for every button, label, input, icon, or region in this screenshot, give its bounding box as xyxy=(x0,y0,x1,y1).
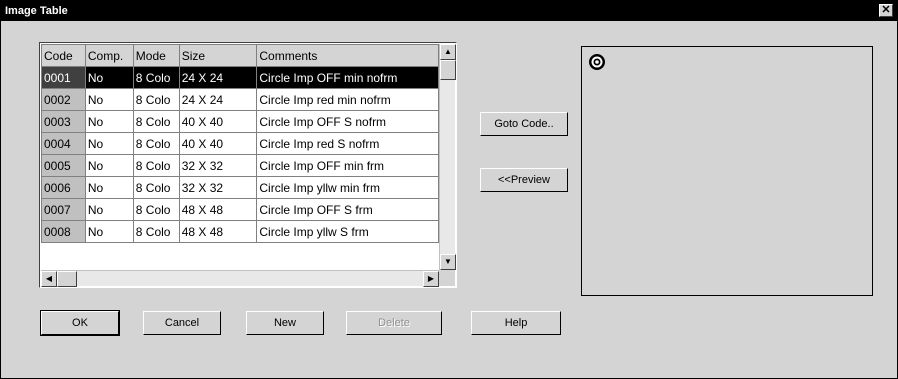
cell-comp[interactable]: No xyxy=(84,110,134,133)
cell-size[interactable]: 24 X 24 xyxy=(178,88,258,111)
cell-mode[interactable]: 8 Colo xyxy=(132,132,180,155)
cell-comp[interactable]: No xyxy=(84,198,134,221)
cell-comp[interactable]: No xyxy=(84,132,134,155)
cell-size[interactable]: 48 X 48 xyxy=(178,198,258,221)
goto-code-button[interactable]: Goto Code.. xyxy=(480,112,568,136)
title-bar[interactable]: Image Table ✕ xyxy=(1,1,897,21)
scroll-up-button[interactable]: ▲ xyxy=(440,44,456,60)
cell-code[interactable]: 0008 xyxy=(41,220,86,243)
close-button[interactable]: ✕ xyxy=(879,4,893,17)
arrow-left-icon: ◀ xyxy=(45,274,53,283)
cell-comp[interactable]: No xyxy=(84,66,134,89)
cell-code[interactable]: 0004 xyxy=(41,132,86,155)
cell-code[interactable]: 0005 xyxy=(41,154,86,177)
cell-comp[interactable]: No xyxy=(84,220,134,243)
table-header-row: Code Comp. Mode Size Comments xyxy=(41,44,439,67)
scroll-left-button[interactable]: ◀ xyxy=(41,271,57,287)
scroll-down-button[interactable]: ▼ xyxy=(440,254,456,270)
cell-size[interactable]: 32 X 32 xyxy=(178,176,258,199)
cell-comments[interactable]: Circle Imp OFF min nofrm xyxy=(256,66,439,89)
cell-comments[interactable]: Circle Imp OFF S nofrm xyxy=(256,110,439,133)
close-icon: ✕ xyxy=(881,4,891,16)
cell-mode[interactable]: 8 Colo xyxy=(132,66,180,89)
vertical-scrollbar[interactable]: ▲ ▼ xyxy=(439,44,456,270)
column-header-comp[interactable]: Comp. xyxy=(84,44,134,67)
horizontal-scroll-thumb[interactable] xyxy=(57,271,77,287)
horizontal-scrollbar[interactable]: ◀ ▶ xyxy=(41,270,439,287)
arrow-down-icon: ▼ xyxy=(444,257,452,266)
delete-button: Delete xyxy=(346,311,442,335)
vertical-scroll-thumb[interactable] xyxy=(440,60,456,80)
arrow-up-icon: ▲ xyxy=(444,47,452,56)
image-table-dialog: Image Table ✕ Code Comp. Mode Size Comme… xyxy=(0,0,898,379)
cell-size[interactable]: 48 X 48 xyxy=(178,220,258,243)
table-row[interactable]: 0003 No 8 Colo 40 X 40 Circle Imp OFF S … xyxy=(41,110,439,133)
help-button[interactable]: Help xyxy=(471,311,561,335)
cell-comments[interactable]: Circle Imp yllw min frm xyxy=(256,176,439,199)
cancel-button[interactable]: Cancel xyxy=(143,311,221,335)
cell-mode[interactable]: 8 Colo xyxy=(132,110,180,133)
cell-code[interactable]: 0003 xyxy=(41,110,86,133)
cell-mode[interactable]: 8 Colo xyxy=(132,198,180,221)
cell-size[interactable]: 40 X 40 xyxy=(178,110,258,133)
column-header-comments[interactable]: Comments xyxy=(256,44,439,67)
table-row[interactable]: 0004 No 8 Colo 40 X 40 Circle Imp red S … xyxy=(41,132,439,155)
arrow-right-icon: ▶ xyxy=(427,274,435,283)
cell-mode[interactable]: 8 Colo xyxy=(132,154,180,177)
cell-code[interactable]: 0006 xyxy=(41,176,86,199)
column-header-mode[interactable]: Mode xyxy=(132,44,180,67)
column-header-code[interactable]: Code xyxy=(41,44,86,67)
cell-size[interactable]: 24 X 24 xyxy=(178,66,258,89)
scroll-right-button[interactable]: ▶ xyxy=(423,271,439,287)
circle-image-icon xyxy=(589,54,605,70)
cell-comments[interactable]: Circle Imp OFF min frm xyxy=(256,154,439,177)
table-row[interactable]: 0008 No 8 Colo 48 X 48 Circle Imp yllw S… xyxy=(41,220,439,243)
image-table-grid: Code Comp. Mode Size Comments 0001 No 8 … xyxy=(39,42,457,288)
table-row[interactable]: 0001 No 8 Colo 24 X 24 Circle Imp OFF mi… xyxy=(41,66,439,89)
window-title: Image Table xyxy=(5,5,68,17)
cell-size[interactable]: 32 X 32 xyxy=(178,154,258,177)
cell-comments[interactable]: Circle Imp red S nofrm xyxy=(256,132,439,155)
cell-comp[interactable]: No xyxy=(84,154,134,177)
cell-mode[interactable]: 8 Colo xyxy=(132,176,180,199)
scroll-corner xyxy=(439,270,455,286)
table-row[interactable]: 0002 No 8 Colo 24 X 24 Circle Imp red mi… xyxy=(41,88,439,111)
cell-code[interactable]: 0002 xyxy=(41,88,86,111)
cell-comp[interactable]: No xyxy=(84,88,134,111)
table-row[interactable]: 0005 No 8 Colo 32 X 32 Circle Imp OFF mi… xyxy=(41,154,439,177)
table-row[interactable]: 0006 No 8 Colo 32 X 32 Circle Imp yllw m… xyxy=(41,176,439,199)
image-preview-pane xyxy=(581,46,873,296)
ok-button[interactable]: OK xyxy=(40,310,120,336)
cell-comp[interactable]: No xyxy=(84,176,134,199)
cell-code[interactable]: 0007 xyxy=(41,198,86,221)
column-header-size[interactable]: Size xyxy=(178,44,258,67)
cell-comments[interactable]: Circle Imp yllw S frm xyxy=(256,220,439,243)
cell-comments[interactable]: Circle Imp OFF S frm xyxy=(256,198,439,221)
new-button[interactable]: New xyxy=(246,311,324,335)
cell-mode[interactable]: 8 Colo xyxy=(132,88,180,111)
cell-mode[interactable]: 8 Colo xyxy=(132,220,180,243)
preview-button[interactable]: <<Preview xyxy=(480,168,568,192)
cell-size[interactable]: 40 X 40 xyxy=(178,132,258,155)
cell-comments[interactable]: Circle Imp red min nofrm xyxy=(256,88,439,111)
cell-code[interactable]: 0001 xyxy=(41,66,86,89)
table-row[interactable]: 0007 No 8 Colo 48 X 48 Circle Imp OFF S … xyxy=(41,198,439,221)
